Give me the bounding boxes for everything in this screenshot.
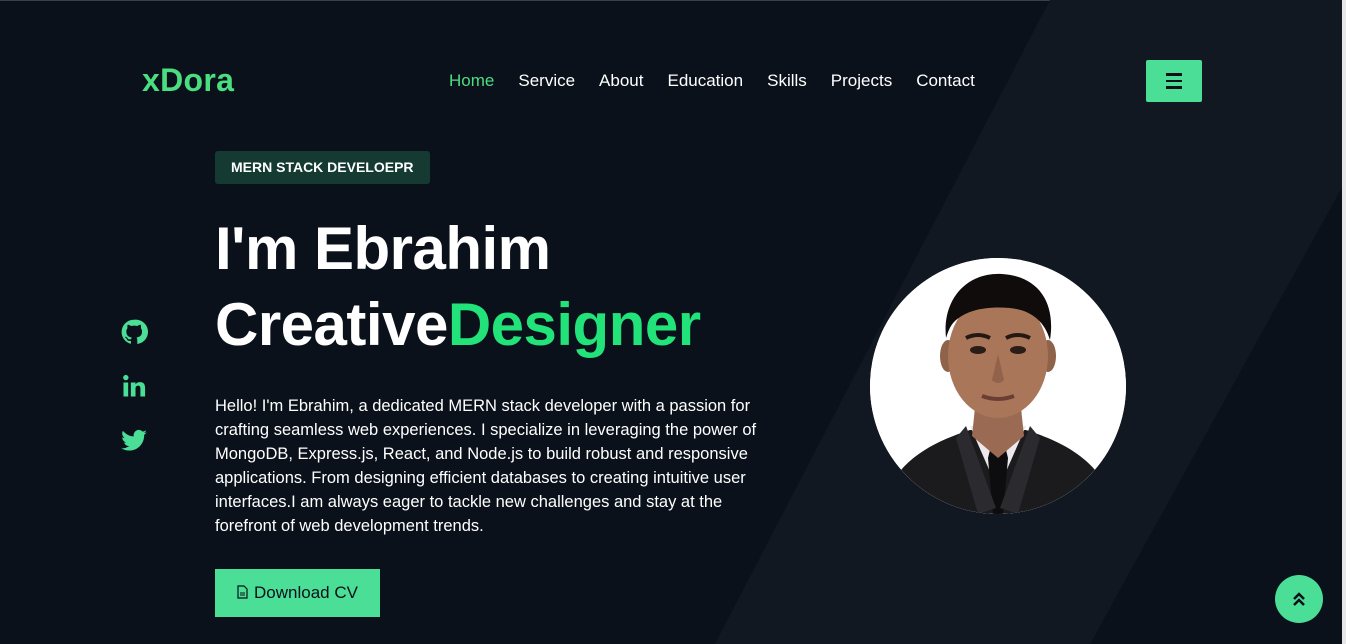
nav-home[interactable]: Home [449, 71, 494, 91]
download-cv-label: Download CV [254, 583, 358, 602]
nav-skills[interactable]: Skills [767, 71, 807, 91]
nav-contact[interactable]: Contact [916, 71, 975, 91]
menu-button[interactable] [1146, 60, 1202, 102]
github-icon[interactable] [120, 318, 148, 346]
hero-subtitle-accent: Designer [447, 291, 701, 358]
nav-projects[interactable]: Projects [831, 71, 892, 91]
page: xDora Home Service About Education Skill… [0, 0, 1346, 644]
download-cv-button[interactable]: Download CV [215, 569, 380, 617]
hero-subtitle: CreativeDesigner [215, 290, 701, 359]
nav-about[interactable]: About [599, 71, 643, 91]
nav-service[interactable]: Service [518, 71, 575, 91]
scrollbar[interactable] [1342, 0, 1346, 644]
main-nav: Home Service About Education Skills Proj… [449, 71, 975, 91]
top-divider [0, 0, 1346, 1]
profile-photo [870, 258, 1126, 514]
hero-subtitle-plain: Creative [215, 291, 448, 358]
linkedin-icon[interactable] [120, 372, 148, 400]
role-badge: MERN STACK DEVELOEPR [215, 151, 430, 184]
hero-title: I'm Ebrahim [215, 215, 551, 282]
nav-education[interactable]: Education [667, 71, 743, 91]
file-icon [237, 584, 248, 602]
hero-bio: Hello! I'm Ebrahim, a dedicated MERN sta… [215, 397, 757, 535]
scroll-to-top-button[interactable] [1275, 575, 1323, 623]
twitter-icon[interactable] [120, 426, 148, 454]
hamburger-icon [1166, 73, 1182, 89]
double-chevron-up-icon [1293, 592, 1305, 606]
social-links [120, 318, 148, 454]
site-logo[interactable]: xDora [142, 62, 234, 99]
